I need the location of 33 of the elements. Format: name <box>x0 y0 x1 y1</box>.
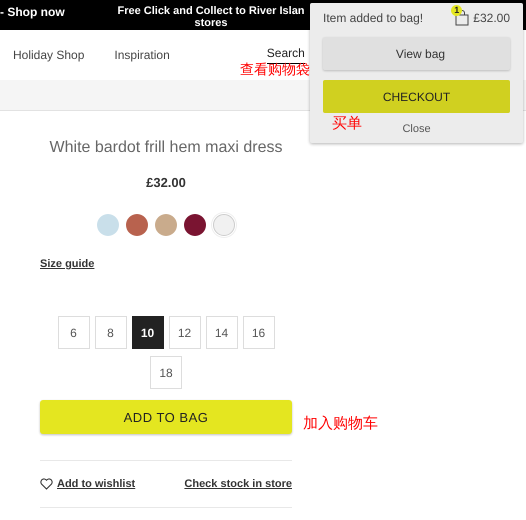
banner-text: stores <box>194 17 228 29</box>
banner-text: - Shop now <box>0 4 66 21</box>
color-swatch[interactable] <box>184 214 206 236</box>
size-guide-link[interactable]: Size guide <box>40 258 94 270</box>
size-option[interactable]: 8 <box>94 316 126 349</box>
banner-text: Free Click and Collect to River Islan <box>117 5 305 17</box>
color-swatch[interactable] <box>155 214 177 236</box>
product-price: £32.00 <box>146 175 186 190</box>
added-message: Item added to bag! <box>323 11 424 25</box>
check-stock-link[interactable]: Check stock in store <box>184 478 292 490</box>
size-option[interactable]: 6 <box>58 316 90 349</box>
bag-total: £32.00 <box>473 11 510 25</box>
annotation-text: 加入购物车 <box>303 414 378 433</box>
nav-link[interactable]: Inspiration <box>114 48 170 62</box>
heart-icon <box>40 478 53 490</box>
size-option[interactable]: 18 <box>150 356 182 389</box>
size-option[interactable]: 10 <box>132 316 164 349</box>
nav-link[interactable]: Holiday Shop <box>13 48 84 62</box>
add-to-bag-button[interactable]: ADD TO BAG <box>40 400 292 434</box>
checkout-button[interactable]: CHECKOUT <box>323 80 510 113</box>
annotation-text: 查看购物袋 <box>240 61 310 79</box>
view-bag-button[interactable]: View bag <box>323 37 510 70</box>
search-field[interactable]: Search <box>266 46 305 64</box>
color-swatch[interactable] <box>97 214 119 236</box>
wishlist-link[interactable]: Add to wishlist <box>57 478 136 490</box>
size-option[interactable]: 12 <box>168 316 200 349</box>
color-swatch[interactable] <box>126 214 148 236</box>
size-option[interactable]: 16 <box>242 316 274 349</box>
product-title: White bardot frill hem maxi dress <box>50 139 282 157</box>
size-option[interactable]: 14 <box>206 316 238 349</box>
annotation-text: 买单 <box>332 114 362 133</box>
bag-count-badge: 1 <box>451 5 462 16</box>
color-swatch[interactable] <box>213 214 235 236</box>
